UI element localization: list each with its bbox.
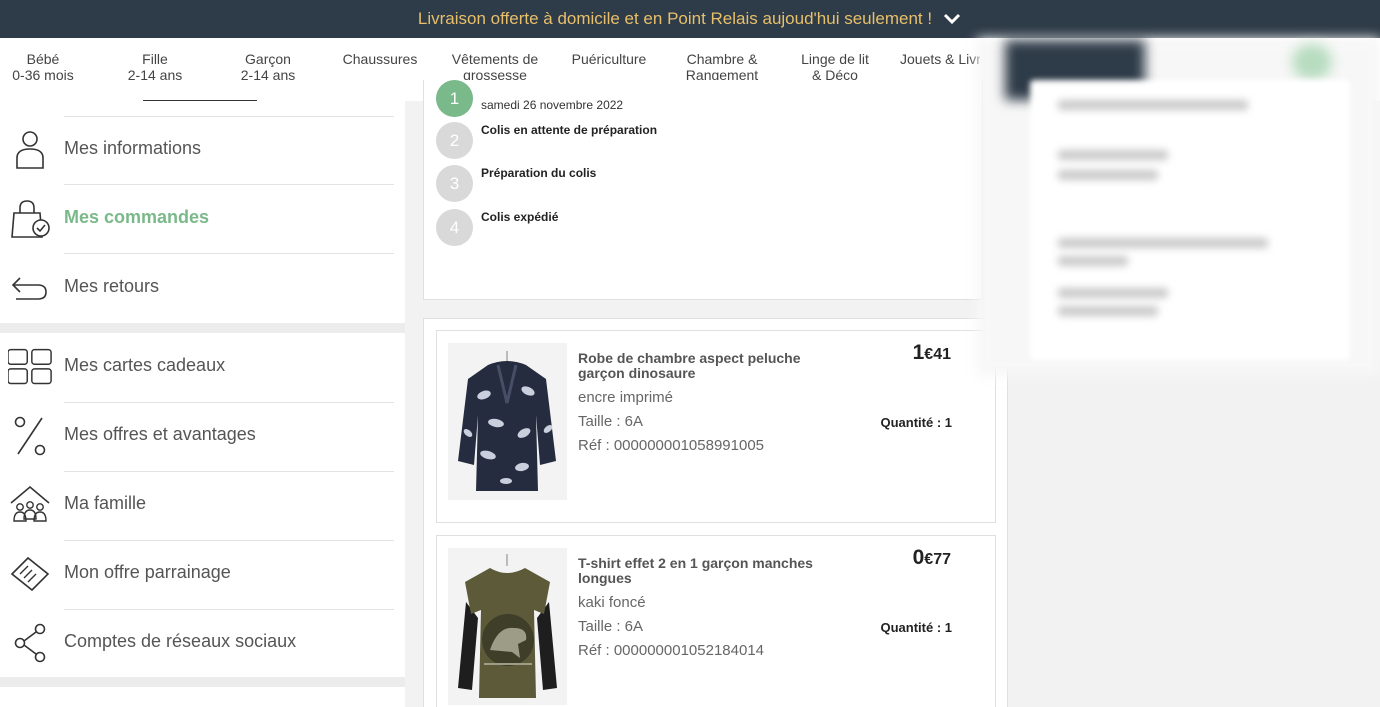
product-quantity: Quantité : 1 — [880, 620, 952, 635]
sidebar-item-label: Mes cartes cadeaux — [64, 355, 226, 375]
nav-label: Garçon — [245, 51, 291, 67]
gift-cards-icon — [8, 348, 52, 385]
price-decimal: €77 — [924, 551, 951, 568]
tshirt-image-graphic — [448, 548, 567, 705]
sidebar-item-reseaux-sociaux[interactable]: Comptes de réseaux sociaux — [0, 609, 405, 677]
product-card: T-shirt effet 2 en 1 garçon manches long… — [436, 535, 996, 707]
step-label: Colis en attente de préparation — [481, 123, 658, 137]
nav-sublabel: 2-14 ans — [127, 67, 183, 83]
nav-label: Puériculture — [571, 51, 647, 67]
product-size: Taille : 6A — [578, 413, 644, 430]
price-integer: 1 — [912, 341, 925, 364]
sidebar-item-cartes-cadeaux[interactable]: Mes cartes cadeaux — [0, 333, 405, 401]
nav-item-garcon[interactable]: Garçon 2-14 ans — [238, 51, 298, 83]
bathrobe-image-graphic — [448, 343, 567, 500]
blurred-line — [1058, 238, 1268, 248]
nav-label: Vêtements de — [451, 51, 539, 67]
sidebar-item-label: Mes commandes — [64, 207, 210, 227]
nav-item-chaussures[interactable]: Chaussures — [340, 51, 420, 67]
return-arrow-icon — [11, 277, 47, 300]
step-number: 4 — [449, 217, 460, 237]
tshirt-image[interactable] — [448, 548, 567, 705]
sidebar-item-label: Mes offres et avantages — [64, 424, 256, 444]
product-price: 0€77 — [913, 546, 951, 570]
sidebar-item-retours[interactable]: Mes retours — [0, 254, 405, 322]
percent-icon — [14, 416, 46, 456]
step-number: 1 — [449, 88, 460, 108]
handshake-icon — [10, 556, 50, 592]
step-label: Colis expédié — [481, 210, 559, 224]
step-date: samedi 26 novembre 2022 — [481, 98, 624, 112]
sidebar-item-label: Comptes de réseaux sociaux — [64, 631, 297, 651]
sidebar-item-informations[interactable]: Mes informations — [0, 116, 405, 184]
price-decimal: €41 — [924, 346, 951, 363]
user-icon — [16, 131, 44, 169]
product-color: encre imprimé — [578, 389, 674, 406]
nav-label: Chambre & — [686, 51, 758, 67]
product-ref: Réf : 000000001052184014 — [578, 642, 765, 659]
sidebar-item-offres[interactable]: Mes offres et avantages — [0, 402, 405, 470]
nav-item-linge[interactable]: Linge de lit & Déco — [796, 51, 874, 83]
sidebar-item-famille[interactable]: Ma famille — [0, 471, 405, 539]
promo-banner-text: Livraison offerte à domicile et en Point… — [417, 9, 933, 28]
sidebar-item-label: Ma famille — [64, 493, 147, 513]
product-size: Taille : 6A — [578, 618, 644, 635]
blurred-badge — [1292, 44, 1332, 80]
sidebar-item-label: Mes retours — [64, 276, 160, 296]
blurred-line — [1058, 150, 1168, 160]
step-number: 3 — [449, 173, 460, 193]
section-separator — [0, 677, 405, 687]
step-number: 2 — [449, 130, 460, 150]
family-house-icon — [10, 485, 50, 522]
nav-sublabel: 2-14 ans — [240, 67, 296, 83]
nav-sublabel: 0-36 mois — [12, 67, 74, 83]
nav-label: Chaussures — [342, 51, 418, 67]
bathrobe-image[interactable] — [448, 343, 567, 500]
blurred-line — [1058, 170, 1158, 180]
nav-label: Jouets & Livr — [900, 51, 980, 67]
step-circle-4: 4 — [436, 209, 473, 246]
nav-label: Bébé — [26, 51, 60, 67]
step-circle-2: 2 — [436, 122, 473, 159]
promo-banner[interactable]: Livraison offerte à domicile et en Point… — [0, 0, 1380, 38]
nav-item-grossesse[interactable]: Vêtements de grossesse — [447, 51, 543, 83]
section-separator — [0, 323, 405, 333]
blurred-line — [1058, 256, 1128, 266]
bag-check-icon — [11, 200, 50, 238]
nav-item-puericulture[interactable]: Puériculture — [566, 51, 652, 67]
product-quantity: Quantité : 1 — [880, 415, 952, 430]
blurred-line — [1058, 100, 1248, 110]
account-sidebar: Mes informations Mes commandes Mes retou… — [0, 101, 405, 707]
sidebar-item-commandes[interactable]: Mes commandes — [0, 185, 405, 253]
product-name[interactable]: T-shirt effet 2 en 1 garçon manches long… — [578, 556, 828, 586]
sidebar-item-label: Mes informations — [64, 138, 202, 158]
product-card: Robe de chambre aspect peluche garçon di… — [436, 330, 996, 523]
product-color: kaki foncé — [578, 594, 646, 611]
step-label: Préparation du colis — [481, 166, 597, 180]
sidebar-item-parrainage[interactable]: Mon offre parrainage — [0, 540, 405, 608]
blurred-line — [1058, 306, 1158, 316]
blurred-card — [1030, 80, 1350, 360]
product-ref: Réf : 000000001058991005 — [578, 437, 765, 454]
product-price: 1€41 — [913, 341, 951, 365]
nav-label: Fille — [142, 51, 168, 67]
nav-item-jouets[interactable]: Jouets & Livr — [900, 51, 980, 67]
nav-item-fille[interactable]: Fille 2-14 ans — [125, 51, 185, 83]
nav-item-chambre[interactable]: Chambre & Rangement — [680, 51, 764, 83]
step-circle-3: 3 — [436, 165, 473, 202]
share-icon — [14, 623, 46, 663]
chevron-down-icon[interactable] — [942, 9, 962, 29]
sidebar-item-label: Mon offre parrainage — [64, 562, 231, 582]
step-circle-1: 1 — [436, 80, 473, 117]
product-name[interactable]: Robe de chambre aspect peluche garçon di… — [578, 351, 828, 381]
blurred-line — [1058, 288, 1168, 298]
nav-label: Linge de lit — [801, 51, 869, 67]
order-tracking-panel — [423, 80, 983, 300]
nav-item-bebe[interactable]: Bébé 0-36 mois — [12, 51, 74, 83]
price-integer: 0 — [912, 546, 925, 569]
